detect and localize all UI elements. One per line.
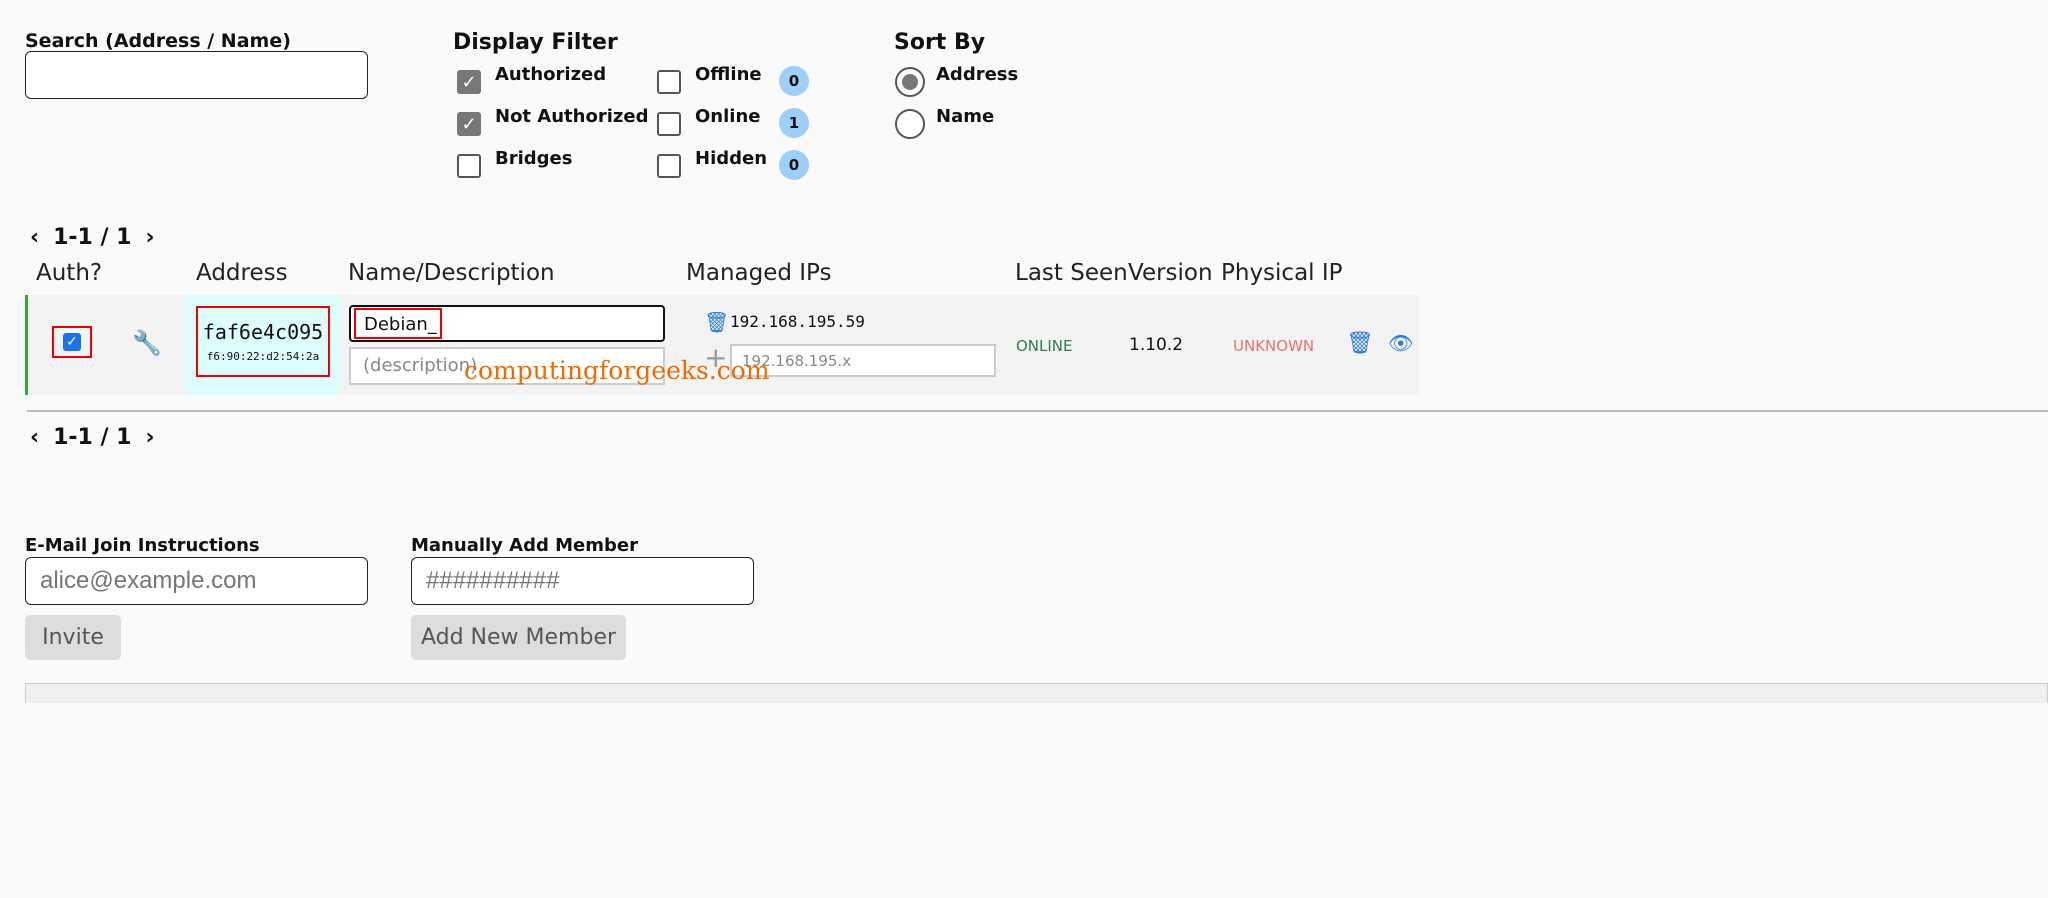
- page-range: 1-1 / 1: [53, 425, 132, 450]
- col-name: Name/Description: [348, 260, 555, 286]
- search-input[interactable]: [25, 51, 368, 99]
- hidden-count-badge: 0: [779, 150, 809, 180]
- filter-offline-checkbox[interactable]: [657, 70, 681, 94]
- online-count-badge: 1: [779, 108, 809, 138]
- col-address: Address: [196, 260, 288, 286]
- sort-name-radio[interactable]: [895, 109, 925, 139]
- add-new-member-button[interactable]: Add New Member: [411, 615, 626, 660]
- watermark: computingforgeeks.com: [464, 356, 770, 385]
- filter-online-label: Online: [695, 106, 761, 127]
- bottom-panel: [25, 683, 2048, 703]
- filter-authorized-label: Authorized: [495, 64, 607, 85]
- display-filter-title: Display Filter: [453, 30, 618, 55]
- member-name: Debian_: [354, 308, 442, 339]
- col-physical-ip: Physical IP: [1221, 260, 1343, 286]
- member-address: faf6e4c095: [202, 320, 324, 344]
- sort-by-title: Sort By: [894, 30, 986, 55]
- last-seen: ONLINE: [1016, 337, 1073, 355]
- filter-not-authorized-label: Not Authorized: [495, 106, 649, 127]
- sort-address-radio[interactable]: [895, 67, 925, 97]
- next-page-icon[interactable]: ›: [146, 225, 155, 250]
- filter-authorized-checkbox[interactable]: ✓: [457, 70, 481, 94]
- col-version: Version: [1128, 260, 1213, 286]
- sort-name-label: Name: [936, 106, 995, 127]
- add-member-input[interactable]: [411, 557, 754, 605]
- filter-hidden-checkbox[interactable]: [657, 154, 681, 178]
- address-cell: faf6e4c095 f6:90:22:d2:54:2a: [185, 295, 340, 395]
- sort-address-label: Address: [936, 64, 1019, 85]
- page-range: 1-1 / 1: [53, 225, 132, 250]
- filter-offline-label: Offline: [695, 64, 762, 85]
- managed-ip: 192.168.195.59: [730, 312, 865, 331]
- filter-online-checkbox[interactable]: [657, 112, 681, 136]
- address-highlight: faf6e4c095 f6:90:22:d2:54:2a: [196, 306, 330, 377]
- delete-ip-icon[interactable]: 🗑: [704, 310, 729, 334]
- wrench-icon[interactable]: 🔧: [132, 329, 162, 357]
- invite-label: E-Mail Join Instructions: [25, 535, 260, 556]
- prev-page-icon[interactable]: ‹: [30, 425, 39, 450]
- next-page-icon[interactable]: ›: [146, 425, 155, 450]
- invite-email-input[interactable]: [25, 557, 368, 605]
- filter-hidden-label: Hidden: [695, 148, 768, 169]
- filter-bridges-checkbox[interactable]: [457, 154, 481, 178]
- physical-ip: UNKNOWN: [1233, 337, 1315, 355]
- offline-count-badge: 0: [779, 66, 809, 96]
- search-label: Search (Address / Name): [25, 30, 291, 52]
- add-member-label: Manually Add Member: [411, 535, 638, 556]
- col-managed-ips: Managed IPs: [686, 260, 832, 286]
- filter-not-authorized-checkbox[interactable]: ✓: [457, 112, 481, 136]
- prev-page-icon[interactable]: ‹: [30, 225, 39, 250]
- hide-eye-icon[interactable]: 👁: [1388, 331, 1413, 355]
- auth-checkbox-highlight: ✓: [52, 326, 92, 358]
- member-mac: f6:90:22:d2:54:2a: [206, 350, 320, 363]
- delete-member-icon[interactable]: 🗑: [1346, 331, 1374, 356]
- member-name-input[interactable]: Debian_: [349, 305, 665, 342]
- pagination-bottom: ‹ 1-1 / 1 ›: [30, 425, 155, 450]
- filter-bridges-label: Bridges: [495, 148, 573, 169]
- invite-button[interactable]: Invite: [25, 615, 121, 660]
- auth-checkbox[interactable]: ✓: [63, 333, 81, 351]
- col-auth: Auth?: [36, 260, 103, 286]
- divider: [27, 410, 2048, 412]
- pagination-top: ‹ 1-1 / 1 ›: [30, 225, 155, 250]
- version: 1.10.2: [1129, 335, 1184, 355]
- col-last-seen: Last Seen: [1015, 260, 1128, 286]
